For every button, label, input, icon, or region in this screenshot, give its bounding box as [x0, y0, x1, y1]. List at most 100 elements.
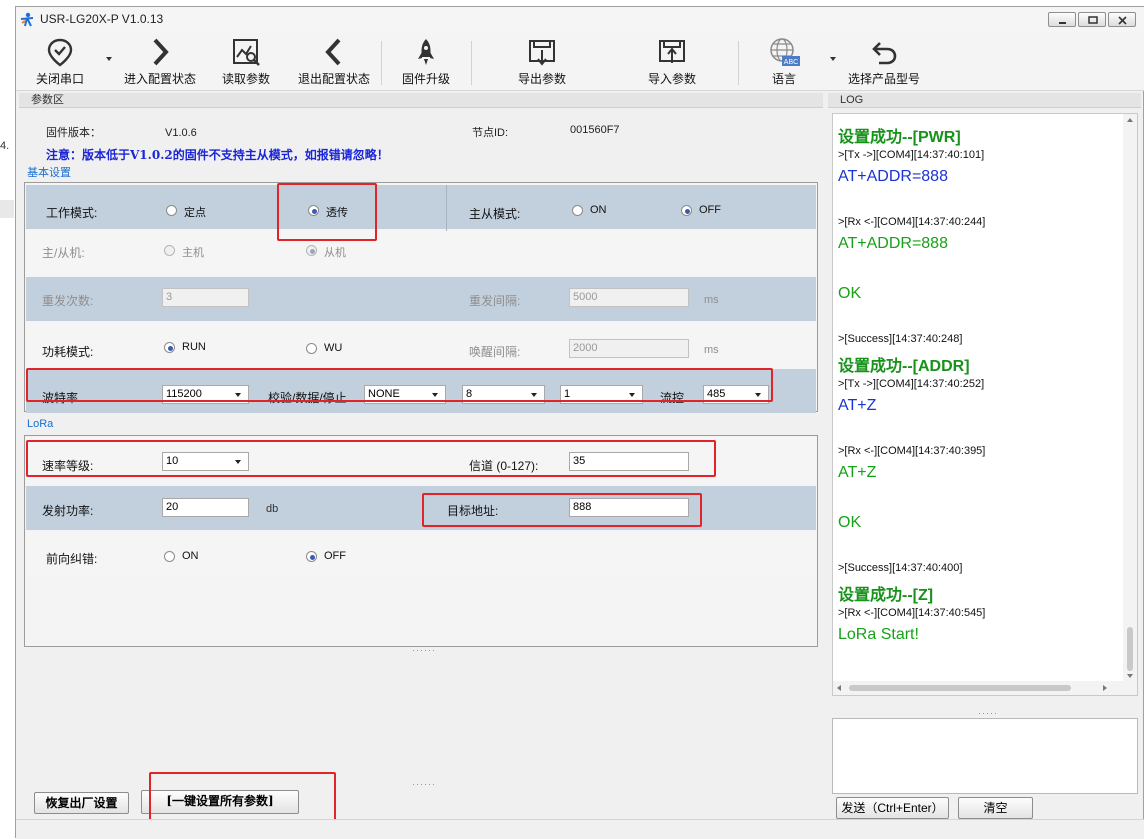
role-master-text: 主机 — [182, 247, 204, 259]
scroll-up-icon[interactable] — [1127, 118, 1133, 122]
channel-input[interactable]: 35 — [569, 452, 689, 471]
fec-row: 前向纠错: ON OFF — [26, 532, 816, 576]
scroll-thumb[interactable] — [849, 685, 1071, 691]
splitter-grip[interactable]: ······ — [412, 645, 436, 655]
chevron-down-icon — [432, 393, 438, 397]
language-badge: ABC — [784, 59, 798, 66]
undo-arrow-icon — [872, 42, 897, 65]
retry-row: 重发次数: 3 重发间隔: 5000 ms — [26, 277, 816, 321]
log-entry: LoRa Start! — [838, 626, 919, 643]
log-send-input[interactable] — [832, 718, 1138, 794]
work-mode-label: 工作模式: — [46, 206, 98, 220]
radio-dot — [312, 209, 317, 214]
chevron-right-icon — [153, 38, 169, 66]
parity-value: NONE — [368, 388, 400, 400]
select-model-label: 选择产品型号 — [847, 72, 920, 86]
export-params-button[interactable]: 导出参数 — [510, 37, 574, 89]
toolbar: 关闭串口 进入配置状态 读取参数 退出配置状态 固件升级 导出参数 导入参数 A… — [16, 33, 1144, 91]
maximize-button[interactable] — [1078, 12, 1106, 27]
master-slave-on-text: ON — [590, 204, 607, 216]
exit-config-button[interactable]: 退出配置状态 — [294, 37, 374, 89]
channel-label: 信道 (0-127): — [469, 459, 539, 473]
exit-config-label: 退出配置状态 — [297, 72, 370, 86]
target-address-label: 目标地址: — [447, 504, 499, 518]
read-params-button[interactable]: 读取参数 — [214, 37, 278, 89]
retry-interval-input[interactable]: 5000 — [569, 288, 689, 307]
wake-interval-label: 唤醒间隔: — [469, 345, 521, 359]
minimize-button[interactable] — [1048, 12, 1076, 27]
log-output[interactable]: 设置成功--[PWR] >[Tx ->][COM4][14:37:40:101]… — [832, 113, 1138, 696]
tx-power-unit: db — [266, 503, 279, 515]
flow-control-value: 485 — [707, 388, 726, 400]
firmware-notice: 注意：版本低于V1.0.2的固件不支持主从模式，如报错请忽略！ — [46, 148, 389, 162]
work-mode-transparent-text: 透传 — [326, 207, 348, 219]
parity-select[interactable]: NONE — [364, 385, 446, 404]
wake-interval-input[interactable]: 2000 — [569, 339, 689, 358]
scroll-left-icon[interactable] — [837, 685, 841, 691]
chevron-down-icon — [755, 393, 761, 397]
power-mode-row: 功耗模式: RUN WU 唤醒间隔: 2000 ms — [26, 323, 816, 367]
fec-off-text: OFF — [324, 550, 346, 562]
rate-level-select[interactable]: 10 — [162, 452, 249, 471]
log-entry: >[Success][14:37:40:400] — [838, 562, 963, 574]
chevron-left-icon — [325, 38, 341, 66]
firmware-upgrade-button[interactable]: 固件升级 — [394, 37, 458, 89]
params-panel-header: 参数区 — [19, 93, 823, 108]
lora-settings-title: LoRa — [27, 418, 54, 430]
maximize-icon — [1088, 16, 1098, 24]
minimize-icon — [1059, 22, 1066, 24]
rate-level-label: 速率等级: — [42, 459, 94, 473]
work-mode-fixed-text: 定点 — [184, 207, 206, 219]
toolbar-separator — [381, 41, 382, 85]
send-button[interactable]: 发送（Ctrl+Enter） — [836, 797, 949, 819]
scroll-down-icon[interactable] — [1127, 674, 1133, 678]
retry-interval-unit: ms — [704, 294, 719, 306]
language-label: 语言 — [771, 72, 796, 86]
radio-ring — [306, 551, 317, 562]
master-slave-mode-label: 主从模式: — [469, 207, 521, 221]
globe-icon: ABC — [770, 38, 800, 66]
import-params-button[interactable]: 导入参数 — [640, 37, 704, 89]
close-window-button[interactable] — [1108, 12, 1136, 27]
retry-count-input[interactable]: 3 — [162, 288, 249, 307]
log-entry: 设置成功--[Z] — [838, 587, 934, 604]
role-slave-text: 从机 — [324, 247, 346, 259]
baud-rate-select[interactable]: 115200 — [162, 385, 249, 404]
set-all-params-button[interactable]: [一键设置所有参数] — [141, 790, 299, 814]
status-bar — [16, 819, 1144, 839]
target-address-input[interactable]: 888 — [569, 498, 689, 517]
restore-factory-button[interactable]: 恢复出厂设置 — [34, 792, 129, 814]
splitter-grip[interactable]: ······ — [412, 779, 436, 789]
work-mode-row: 工作模式: 定点 透传 主从模式: ON OFF — [26, 185, 816, 231]
tx-power-input[interactable]: 20 — [162, 498, 249, 517]
baud-rate-label: 波特率 — [42, 391, 79, 405]
radio-dot — [310, 249, 315, 254]
select-model-button[interactable]: 选择产品型号 — [842, 37, 926, 89]
row-divider — [446, 185, 447, 231]
clear-button[interactable]: 清空 — [958, 797, 1033, 819]
log-horizontal-scrollbar[interactable] — [833, 681, 1137, 695]
scroll-right-icon[interactable] — [1103, 685, 1107, 691]
log-panel: LOG 设置成功--[PWR] >[Tx ->][COM4][14:37:40:… — [828, 93, 1143, 835]
rate-level-value: 10 — [166, 455, 179, 467]
log-vertical-scrollbar[interactable] — [1123, 114, 1137, 682]
flow-control-select[interactable]: 485 — [703, 385, 769, 404]
app-window: USR-LG20X-P V1.0.13 关闭串口 进入配置状态 读取参数 退出配… — [15, 6, 1144, 839]
lora-settings-group: 速率等级: 10 信道 (0-127): 35 发射功率: 20 db 目标地址… — [24, 435, 818, 647]
close-port-button[interactable]: 关闭串口 — [28, 37, 92, 89]
log-entry: >[Success][14:37:40:248] — [838, 333, 963, 345]
title-bar: USR-LG20X-P V1.0.13 — [16, 7, 1144, 33]
language-button[interactable]: ABC 语言 — [754, 37, 814, 89]
language-dropdown-icon[interactable] — [830, 57, 836, 61]
log-splitter-grip[interactable]: ····· — [978, 708, 998, 718]
scroll-thumb[interactable] — [1127, 627, 1133, 671]
close-port-dropdown-icon[interactable] — [106, 57, 112, 61]
radio-ring — [164, 245, 175, 256]
radio-ring — [166, 205, 177, 216]
enter-config-button[interactable]: 进入配置状态 — [120, 37, 200, 89]
radio-dot — [310, 555, 315, 560]
enter-config-label: 进入配置状态 — [123, 72, 196, 86]
close-port-label: 关闭串口 — [35, 72, 84, 86]
stop-bits-select[interactable]: 1 — [560, 385, 643, 404]
data-bits-select[interactable]: 8 — [462, 385, 545, 404]
